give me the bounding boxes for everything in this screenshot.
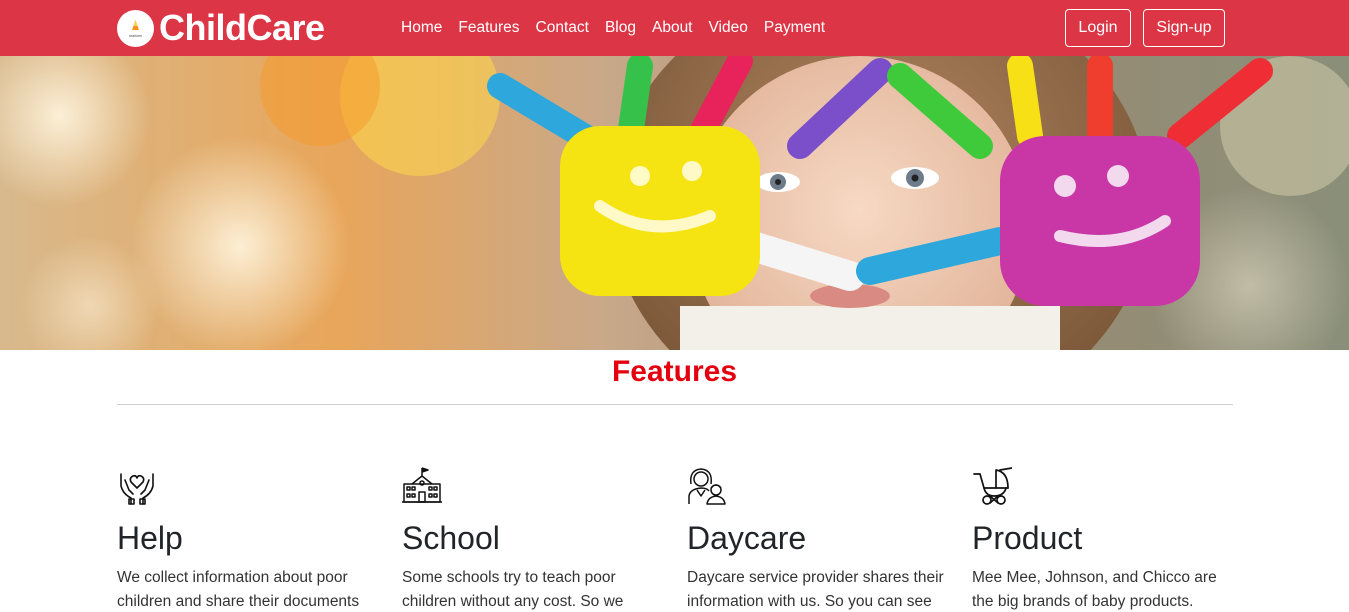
parent-child-icon — [688, 468, 726, 505]
nav-links: Home Features Contact Blog About Video P… — [393, 0, 833, 56]
top-navbar: mattam ChildCare Home Features Contact B… — [0, 0, 1349, 56]
brand-name: ChildCare — [159, 7, 325, 48]
features-heading: Features — [611, 355, 738, 388]
feature-title: School — [402, 520, 500, 556]
nav-video[interactable]: Video — [701, 0, 756, 56]
baby-stroller-icon — [973, 467, 1012, 505]
feature-text: Daycare service provider shares their in… — [687, 569, 944, 610]
feature-text: Some schools try to teach poor children … — [402, 569, 624, 610]
feature-text: We collect information about poor childr… — [117, 569, 360, 610]
feature-card-school: School Some schools try to teach poor ch… — [402, 466, 664, 612]
feature-text: Mee Mee, Johnson, and Chicco are the big… — [972, 569, 1217, 610]
nav-about[interactable]: About — [644, 0, 701, 56]
nav-payment[interactable]: Payment — [756, 0, 833, 56]
feature-card-product: Product Mee Mee, Johnson, and Chicco are… — [972, 466, 1234, 612]
logo-text: mattam — [129, 33, 143, 38]
cone-logo-icon: mattam — [129, 19, 143, 38]
feature-card-daycare: Daycare Daycare service provider shares … — [687, 466, 949, 612]
feature-title: Daycare — [687, 520, 807, 556]
brand[interactable]: mattam ChildCare — [117, 8, 325, 48]
hands-heart-icon — [120, 473, 154, 505]
signup-button[interactable]: Sign-up — [1143, 9, 1225, 47]
feature-card-help: Help We collect information about poor c… — [117, 466, 379, 612]
features-divider — [117, 404, 1233, 405]
nav-contact[interactable]: Contact — [528, 0, 597, 56]
nav-blog[interactable]: Blog — [597, 0, 644, 56]
nav-home[interactable]: Home — [393, 0, 450, 56]
feature-title: Product — [972, 520, 1083, 556]
login-button[interactable]: Login — [1065, 9, 1131, 47]
school-building-icon — [402, 467, 442, 503]
hero-image — [0, 56, 1349, 350]
feature-title: Help — [117, 520, 183, 556]
brand-logo: mattam — [117, 9, 154, 47]
nav-features[interactable]: Features — [450, 0, 527, 56]
